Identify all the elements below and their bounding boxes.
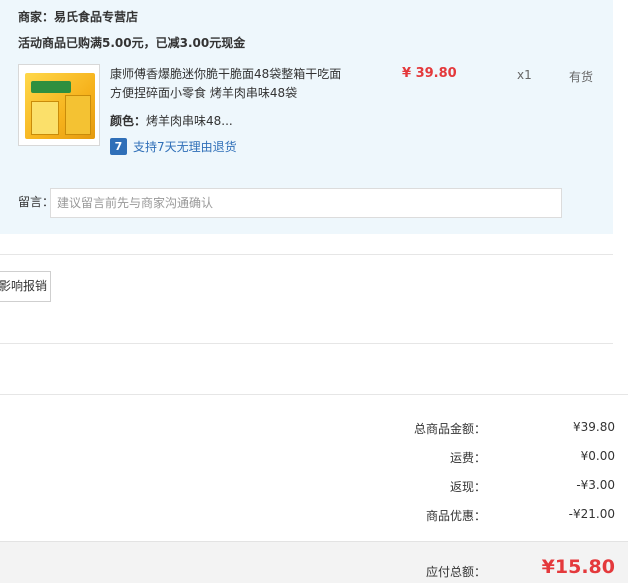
summary-label: 商品优惠：	[425, 509, 486, 523]
total-bar: 应付总额： ¥15.80	[0, 541, 628, 583]
return-policy-tag[interactable]: 7 支持7天无理由退货	[110, 138, 237, 155]
noodle-snack-box-image	[25, 73, 95, 139]
order-confirm-page: 商家：易氏食品专营店 活动商品已购满5.00元，已减3.00元现金 康师傅香爆脆…	[0, 0, 628, 583]
summary-row-subtotal: 总商品金额： ¥39.80	[0, 420, 628, 440]
product-title-link[interactable]: 康师傅香爆脆迷你脆干脆面48袋整箱干吃面方便捏碎面小零食 烤羊肉串味48袋	[110, 65, 350, 103]
summary-value: ¥0.00	[580, 449, 615, 463]
shop-name: 商家：易氏食品专营店	[18, 10, 139, 24]
summary-value: -¥21.00	[568, 507, 615, 521]
product-quantity: x1	[517, 68, 532, 82]
summary-value: -¥3.00	[576, 478, 615, 492]
memo-input[interactable]	[50, 188, 562, 218]
reimburse-impact-label: 影响报销	[0, 279, 48, 293]
return-policy-text: 支持7天无理由退货	[133, 140, 237, 154]
total-label: 应付总额：	[425, 565, 486, 579]
stock-status: 有货	[569, 70, 594, 84]
product-attribute-value: 烤羊肉串味48...	[146, 114, 233, 128]
summary-label: 总商品金额：	[413, 422, 486, 436]
product-price: ¥ 39.80	[402, 66, 457, 81]
section-divider	[0, 343, 613, 344]
summary-label: 运费：	[449, 451, 486, 465]
product-attribute-label: 颜色：	[110, 114, 147, 128]
product-thumbnail[interactable]	[18, 64, 100, 146]
summary-row-cashback: 返现： -¥3.00	[0, 478, 628, 498]
summary-row-shipping: 运费： ¥0.00	[0, 449, 628, 469]
seven-day-return-icon: 7	[110, 138, 127, 155]
summary-row-discount: 商品优惠： -¥21.00	[0, 507, 628, 527]
section-divider	[0, 254, 613, 255]
memo-label: 留言：	[18, 195, 55, 209]
product-attribute: 颜色：烤羊肉串味48...	[110, 112, 233, 129]
total-amount: ¥15.80	[541, 556, 615, 578]
section-divider	[0, 394, 628, 395]
reimburse-impact-button[interactable]: 影响报销	[0, 271, 51, 302]
summary-value: ¥39.80	[573, 420, 615, 434]
summary-label: 返现：	[449, 480, 486, 494]
promo-notice: 活动商品已购满5.00元，已减3.00元现金	[18, 36, 246, 50]
shop-order-card: 商家：易氏食品专营店 活动商品已购满5.00元，已减3.00元现金 康师傅香爆脆…	[0, 0, 613, 234]
